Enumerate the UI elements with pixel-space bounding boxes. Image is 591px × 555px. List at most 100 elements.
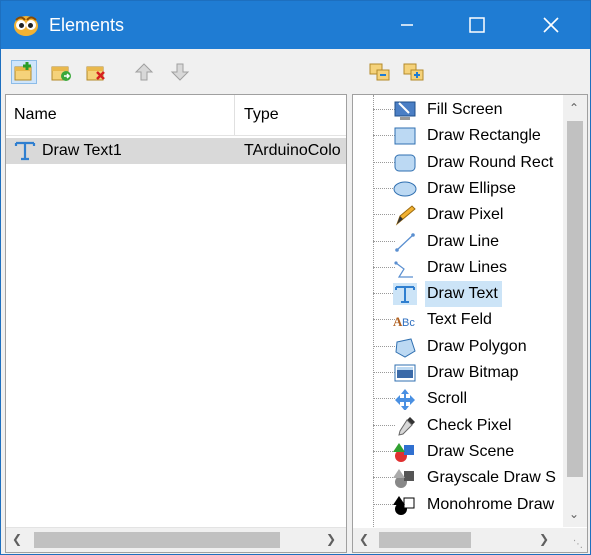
tree-connector — [373, 266, 395, 268]
scroll-right-icon[interactable]: ❯ — [539, 532, 549, 546]
tree-item[interactable]: Grayscale Draw S — [361, 465, 563, 491]
move-down-button[interactable] — [167, 60, 193, 84]
polyline-icon — [394, 261, 413, 278]
expand-all-button[interactable] — [367, 60, 393, 84]
tree-item-label: Draw Bitmap — [427, 364, 519, 381]
tree-item-label: Scroll — [427, 390, 468, 408]
tree-item-label: Text Feld — [427, 311, 492, 329]
tree-item[interactable]: Fill Screen — [361, 97, 563, 123]
tree-item[interactable]: Draw Pixel — [361, 202, 563, 228]
tree-item[interactable]: Draw Round Rect — [361, 150, 563, 176]
rectangle-icon — [394, 127, 416, 145]
grayscale-scene-icon — [393, 469, 414, 489]
line-icon — [395, 232, 415, 252]
tree-item[interactable]: Draw Polygon — [361, 334, 563, 360]
scroll-up-icon[interactable]: ⌃ — [569, 101, 579, 115]
tree-connector — [373, 161, 395, 163]
tree-item[interactable]: Check Pixel — [361, 413, 563, 439]
tree-connector — [373, 187, 395, 189]
add-folder-button[interactable] — [48, 60, 74, 84]
scroll-left-icon[interactable]: ❮ — [12, 532, 22, 546]
tree-item[interactable]: Draw Ellipse — [361, 176, 563, 202]
size-grip-icon[interactable]: ⋱ — [573, 539, 583, 550]
toolbar — [1, 49, 590, 94]
scroll-down-icon[interactable]: ⌄ — [569, 507, 579, 521]
tree-item-label: Draw Line — [427, 232, 500, 250]
tree-connector — [373, 345, 395, 347]
tree-connector — [373, 398, 395, 400]
tree-item-label: Draw Scene — [427, 442, 515, 460]
tree-connector — [373, 319, 395, 321]
move-up-button[interactable] — [131, 60, 157, 84]
add-element-button[interactable] — [11, 60, 37, 84]
tree-item[interactable]: Draw Line — [361, 229, 563, 255]
tree-item[interactable]: Draw Rectangle — [361, 123, 563, 149]
move-down-icon — [170, 63, 190, 81]
window-title: Elements — [49, 15, 125, 35]
scroll-left-icon[interactable]: ❮ — [359, 532, 369, 546]
horizontal-scrollbar[interactable]: ❮ ❯ ⋱ — [353, 528, 587, 552]
eyedropper-icon — [398, 416, 415, 436]
tree-item-label: Grayscale Draw S — [427, 469, 556, 487]
text-field-icon: A Bc — [393, 314, 415, 329]
close-button[interactable] — [525, 1, 577, 49]
tree-item-label: Draw Ellipse — [427, 179, 516, 197]
column-header-type[interactable]: Type — [236, 95, 346, 135]
tree-item-label: Draw Lines — [427, 258, 508, 276]
delete-element-icon — [86, 66, 105, 81]
tree-connector — [373, 135, 395, 137]
title-bar[interactable]: Elements — [1, 1, 590, 49]
tree-item[interactable]: Monohrome Draw — [361, 492, 563, 518]
tree-item-label: Draw Pixel — [427, 206, 504, 224]
tree-item[interactable]: Scroll — [361, 386, 563, 412]
tree-connector — [373, 214, 395, 216]
tree-item-label: Draw Polygon — [427, 337, 527, 355]
tree-items: Fill Screen Draw Rectangle Draw Round Rect… — [353, 95, 563, 527]
tree-item[interactable]: A Bc Text Feld — [361, 307, 563, 333]
row-name: Draw Text1 — [42, 142, 122, 159]
tree-connector — [373, 450, 395, 452]
scene-shapes-icon — [393, 442, 414, 462]
add-folder-icon — [51, 66, 71, 81]
tree-item[interactable]: Draw Bitmap — [361, 360, 563, 386]
scroll-right-icon[interactable]: ❯ — [326, 532, 336, 546]
maximize-icon — [469, 17, 485, 33]
tree-connector — [373, 503, 395, 505]
scroll-thumb[interactable] — [34, 532, 280, 548]
ellipse-icon — [393, 181, 417, 197]
delete-element-button[interactable] — [83, 60, 109, 84]
maximize-button[interactable] — [451, 1, 503, 49]
row-type: TArduinoColo — [244, 142, 341, 159]
draw-text-icon — [14, 141, 36, 161]
fill-screen-icon — [394, 101, 416, 120]
tree-connector — [373, 424, 395, 426]
scroll-thumb[interactable] — [379, 532, 471, 548]
tree-item-label: Monohrome Draw — [427, 495, 555, 513]
tree-item[interactable]: Draw Text — [361, 281, 563, 308]
pencil-icon — [395, 205, 416, 226]
close-icon — [543, 17, 559, 33]
owl-face-icon — [14, 16, 38, 36]
move-arrows-icon — [395, 389, 415, 411]
scroll-thumb[interactable] — [567, 121, 583, 477]
tree-item[interactable]: Draw Scene — [361, 439, 563, 465]
tree-item[interactable]: Draw Lines — [361, 255, 563, 281]
round-rectangle-icon — [394, 154, 416, 172]
elements-list[interactable]: Name Type Draw Text1 TArduinoColo ❮ ❯ — [5, 94, 347, 553]
svg-text:Bc: Bc — [402, 317, 415, 329]
collapse-all-button[interactable] — [401, 60, 427, 84]
toolbox-tree[interactable]: Fill Screen Draw Rectangle Draw Round Rect… — [352, 94, 588, 553]
column-separator[interactable] — [234, 95, 235, 135]
draw-text-icon — [393, 283, 417, 306]
tree-item-label: Fill Screen — [427, 101, 503, 118]
vertical-scrollbar[interactable]: ⌃ ⌄ — [563, 95, 587, 527]
minimize-button[interactable] — [381, 1, 433, 49]
tree-connector — [373, 372, 395, 373]
tree-connector — [373, 477, 395, 479]
horizontal-scrollbar[interactable]: ❮ ❯ — [6, 527, 346, 552]
table-row[interactable]: Draw Text1 TArduinoColo — [6, 138, 346, 164]
tree-item-label: Draw Text — [425, 281, 502, 308]
column-header-name[interactable]: Name — [6, 95, 234, 135]
monochrome-scene-icon — [393, 495, 415, 515]
elements-window: Elements Name Type Draw Text1 TArduinoCo… — [0, 0, 591, 555]
